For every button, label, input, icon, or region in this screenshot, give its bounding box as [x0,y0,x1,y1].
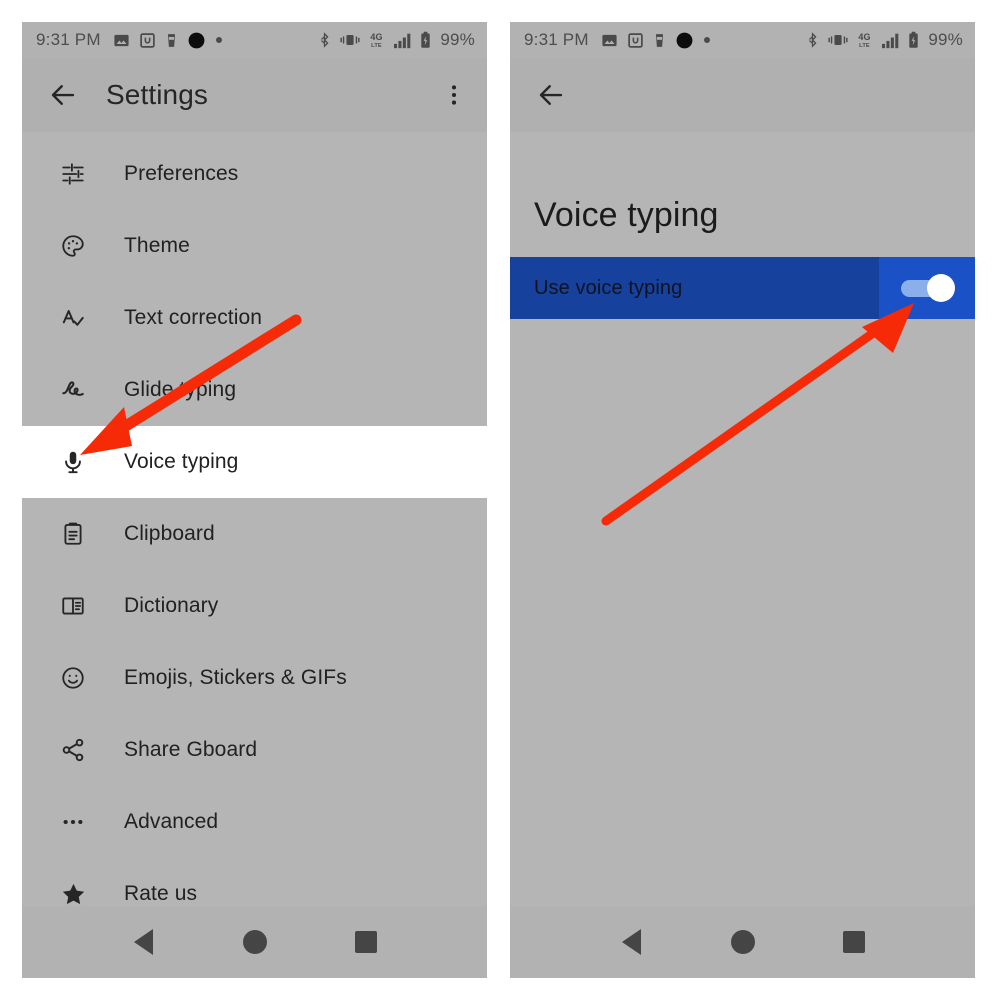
u-app-icon [627,32,644,49]
use-voice-typing-row[interactable]: Use voice typing [510,257,975,319]
list-item-preferences[interactable]: Preferences [22,138,487,210]
image-icon [601,32,618,49]
emoji-smiley-icon [56,661,90,695]
coffee-cup-icon [653,32,666,49]
nav-home-icon[interactable] [716,915,770,969]
4g-lte-icon: 4G LTE [368,31,385,49]
list-item-label: Preferences [124,162,239,185]
svg-text:4G: 4G [371,32,383,42]
list-item-label: Voice typing [124,450,239,473]
list-item-dictionary[interactable]: Dictionary [22,570,487,642]
vibrate-icon [828,32,848,48]
status-bar-left: 9:31 PM 4G LTE 99% [22,22,487,58]
list-item-theme[interactable]: Theme [22,210,487,282]
sliders-icon [56,157,90,191]
black-dot-icon [675,31,694,50]
list-item-label: Dictionary [124,594,219,617]
list-item-text-correction[interactable]: Text correction [22,282,487,354]
list-item-label: Emojis, Stickers & GIFs [124,666,347,689]
clipboard-icon [56,517,90,551]
status-bar-time: 9:31 PM [524,30,589,49]
list-item-label: Glide typing [124,378,237,401]
voice-typing-body: Voice typing Use voice typing [510,132,975,978]
status-bar-right: 9:31 PM 4G LTE 99% [510,22,975,58]
status-bar-time: 9:31 PM [36,30,101,49]
voice-typing-heading: Voice typing [534,196,719,234]
use-voice-typing-switch[interactable] [879,257,975,319]
back-arrow-icon[interactable] [536,80,566,110]
voice-typing-app-bar [510,58,975,132]
more-vertical-icon[interactable] [441,82,467,108]
signal-bars-icon [393,32,412,49]
nav-bar-right [510,906,975,978]
spellcheck-icon [56,301,90,335]
status-bar-notification-icons [601,31,711,50]
list-item-label: Clipboard [124,522,215,545]
signal-bars-icon [881,32,900,49]
more-horizontal-icon [56,805,90,839]
list-item-label: Advanced [124,810,219,833]
list-item-label: Rate us [124,882,198,905]
nav-bar-left [22,906,487,978]
status-bar-notification-icons [113,31,223,50]
nav-back-icon[interactable] [605,915,659,969]
back-arrow-icon[interactable] [48,80,78,110]
bluetooth-icon [805,31,820,49]
list-item-label: Theme [124,234,190,257]
list-item-label: Share Gboard [124,738,258,761]
phone-screen-voice-typing: 9:31 PM 4G LTE 99% Voice typing Use voic… [510,22,975,978]
status-bar-system-icons: 4G LTE 99% [317,30,475,50]
settings-app-bar: Settings [22,58,487,132]
small-dot-icon [703,36,711,44]
svg-text:4G: 4G [859,32,871,42]
nav-recents-icon[interactable] [339,915,393,969]
book-icon [56,589,90,623]
battery-percent-label: 99% [928,30,963,49]
list-item-glide-typing[interactable]: Glide typing [22,354,487,426]
list-item-emojis-stickers-gifs[interactable]: Emojis, Stickers & GIFs [22,642,487,714]
list-item-advanced[interactable]: Advanced [22,786,487,858]
battery-icon [908,31,919,49]
switch-graphic [901,274,955,302]
4g-lte-icon: 4G LTE [856,31,873,49]
list-item-voice-typing[interactable]: Voice typing [22,426,487,498]
battery-percent-label: 99% [440,30,475,49]
settings-list: Preferences Theme Text correction Glide … [22,132,487,930]
share-icon [56,733,90,767]
coffee-cup-icon [165,32,178,49]
nav-recents-icon[interactable] [827,915,881,969]
svg-text:LTE: LTE [372,43,383,49]
list-item-share-gboard[interactable]: Share Gboard [22,714,487,786]
svg-text:LTE: LTE [860,43,871,49]
list-item-clipboard[interactable]: Clipboard [22,498,487,570]
nav-back-icon[interactable] [117,915,171,969]
vibrate-icon [340,32,360,48]
page-title: Settings [106,79,208,110]
black-dot-icon [187,31,206,50]
battery-icon [420,31,431,49]
image-icon [113,32,130,49]
list-item-label: Text correction [124,306,263,329]
small-dot-icon [215,36,223,44]
microphone-icon [56,445,90,479]
phone-screen-settings: 9:31 PM 4G LTE 99% Settings Preferences … [22,22,487,978]
use-voice-typing-label: Use voice typing [534,276,683,299]
gesture-icon [56,373,90,407]
u-app-icon [139,32,156,49]
bluetooth-icon [317,31,332,49]
palette-icon [56,229,90,263]
switch-thumb [927,274,955,302]
nav-home-icon[interactable] [228,915,282,969]
screenshot-stage: 9:31 PM 4G LTE 99% Settings Preferences … [0,0,1000,1000]
status-bar-system-icons: 4G LTE 99% [805,30,963,50]
